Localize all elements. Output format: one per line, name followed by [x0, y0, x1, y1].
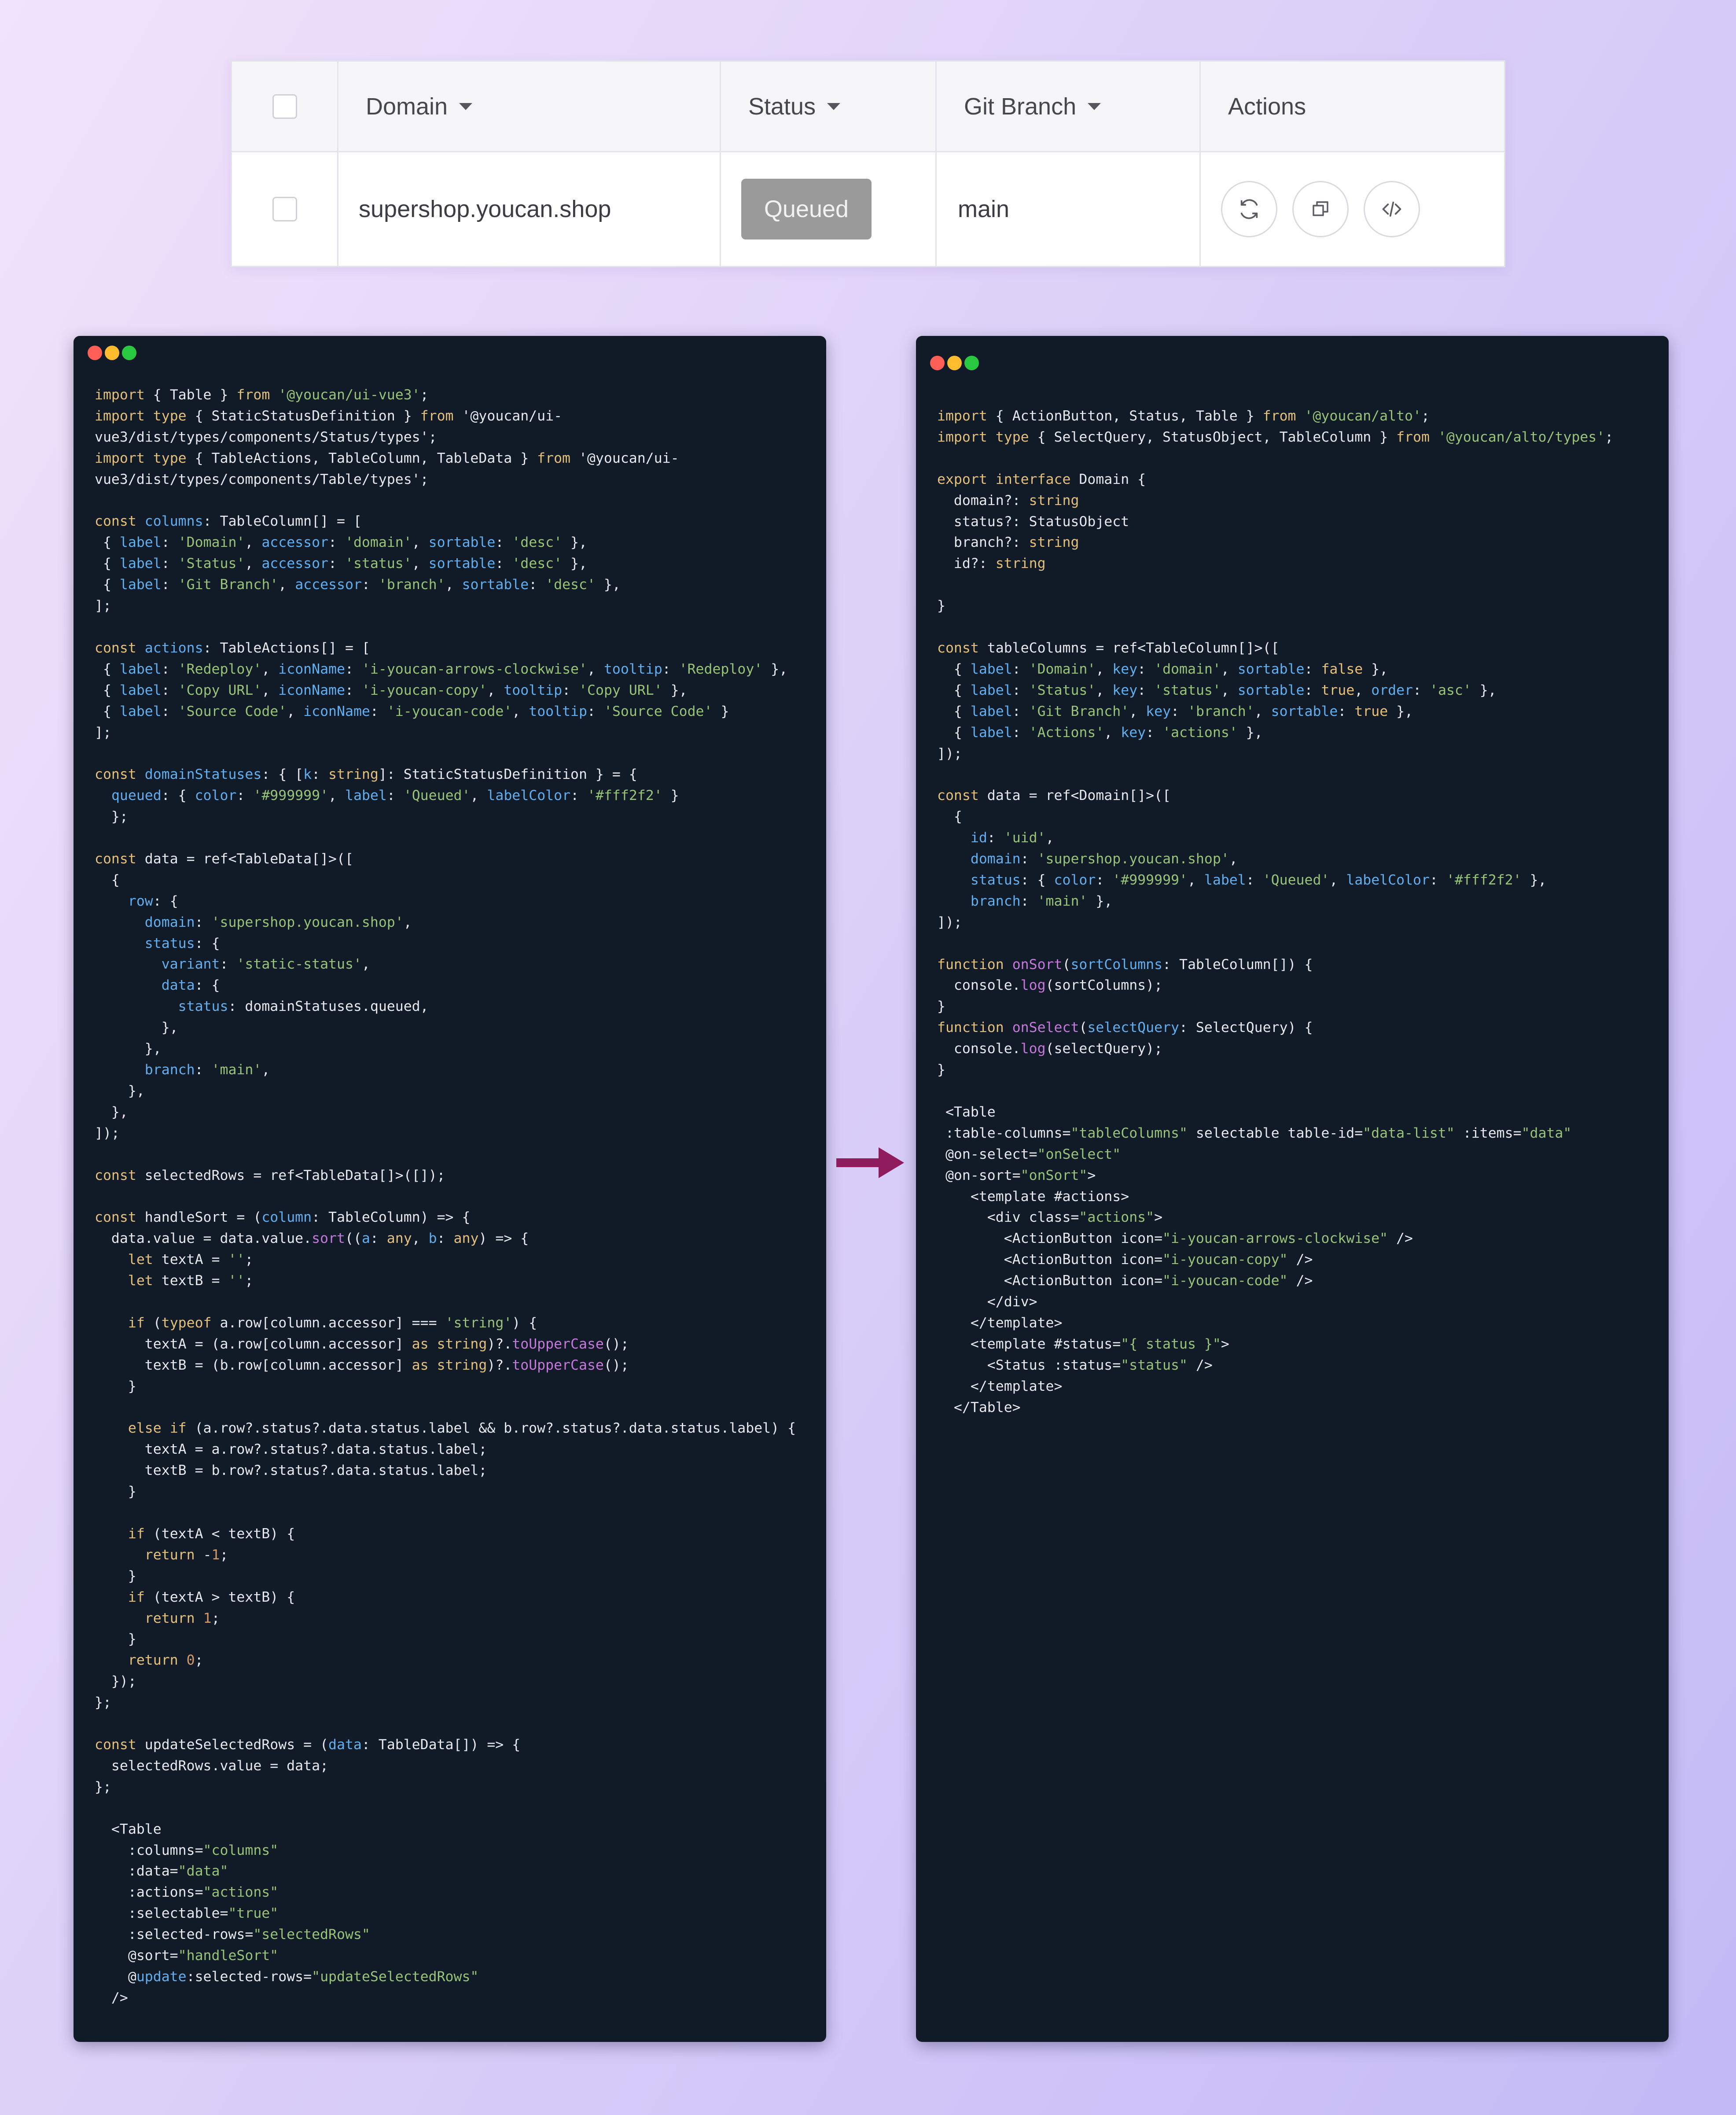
column-header-label: Actions: [1228, 93, 1306, 120]
maximize-dot-icon[interactable]: [964, 356, 979, 370]
row-checkbox[interactable]: [272, 197, 297, 221]
minimize-dot-icon[interactable]: [105, 346, 119, 360]
actions-cell: [1201, 152, 1504, 266]
domain-value: supershop.youcan.shop: [359, 196, 611, 222]
code-icon: [1382, 201, 1401, 217]
select-all-checkbox[interactable]: [272, 94, 297, 119]
branch-value: main: [958, 196, 1010, 222]
redeploy-button[interactable]: [1221, 181, 1277, 237]
arrow-right-icon: [836, 1147, 904, 1178]
column-header-status[interactable]: Status: [721, 62, 937, 151]
close-dot-icon[interactable]: [88, 346, 102, 360]
column-header-branch[interactable]: Git Branch: [937, 62, 1201, 151]
arrows-clockwise-icon: [1240, 199, 1258, 219]
domain-cell: supershop.youcan.shop: [338, 152, 721, 266]
code-window-before: import { Table } from '@youcan/ui-vue3';…: [74, 336, 826, 2042]
code-block: import { ActionButton, Status, Table } f…: [937, 408, 1614, 1415]
column-header-label: Domain: [366, 93, 448, 120]
column-header-label: Status: [748, 93, 816, 120]
code-window-after: import { ActionButton, Status, Table } f…: [916, 336, 1669, 2042]
row-checkbox-cell: [232, 152, 338, 266]
table-header-row: Domain Status Git Branch Actions: [232, 62, 1504, 152]
sort-caret-icon[interactable]: [827, 103, 841, 110]
window-controls: [88, 346, 139, 360]
column-header-domain[interactable]: Domain: [338, 62, 721, 151]
window-controls: [930, 356, 982, 370]
source-code-button[interactable]: [1364, 181, 1420, 237]
column-header-actions: Actions: [1201, 62, 1504, 151]
status-badge: Queued: [741, 179, 872, 240]
minimize-dot-icon[interactable]: [947, 356, 962, 370]
preview-table: Domain Status Git Branch Actions supersh…: [231, 60, 1505, 267]
copy-url-button[interactable]: [1292, 181, 1349, 237]
code-block: import { Table } from '@youcan/ui-vue3';…: [95, 387, 796, 2006]
sort-caret-icon[interactable]: [459, 103, 473, 110]
sort-caret-icon[interactable]: [1088, 103, 1101, 110]
copy-icon: [1313, 201, 1328, 216]
maximize-dot-icon[interactable]: [122, 346, 136, 360]
close-dot-icon[interactable]: [930, 356, 945, 370]
column-header-label: Git Branch: [964, 93, 1077, 120]
status-cell: Queued: [721, 152, 937, 266]
header-checkbox-cell: [232, 62, 338, 151]
branch-cell: main: [937, 152, 1201, 266]
table-row: supershop.youcan.shop Queued main: [232, 152, 1504, 266]
